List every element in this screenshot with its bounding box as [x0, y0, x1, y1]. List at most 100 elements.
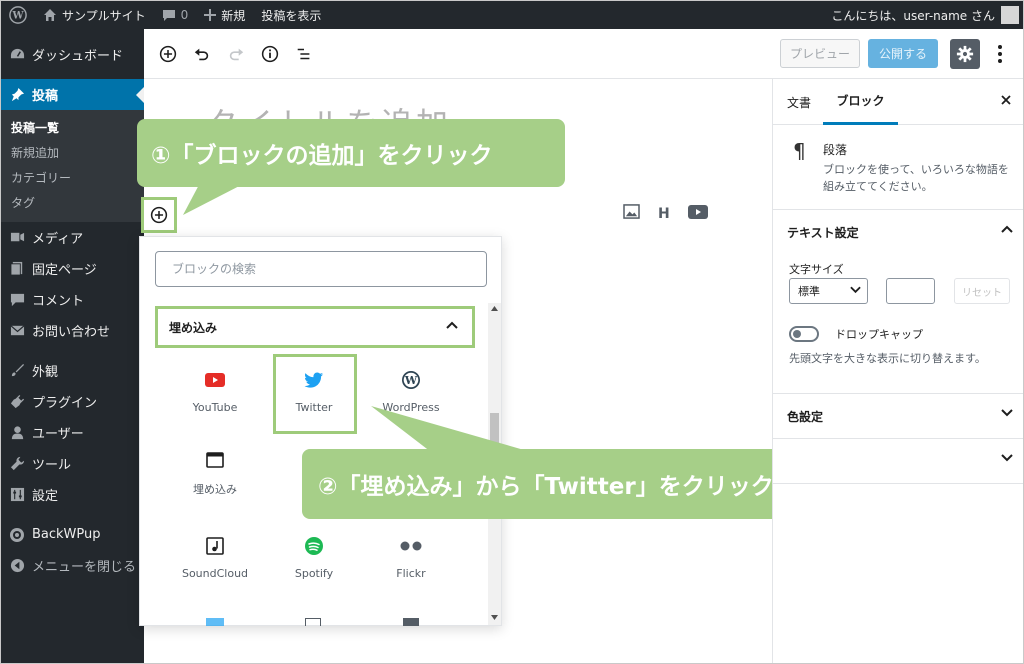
section-title: 色設定	[787, 409, 824, 424]
block-label: YouTube	[192, 401, 238, 414]
add-block-icon[interactable]	[158, 44, 178, 64]
preview-button[interactable]: プレビュー	[780, 39, 860, 68]
sidebar-item-plugins[interactable]: プラグイン	[1, 386, 144, 417]
submenu-all-posts[interactable]: 投稿一覧	[1, 115, 144, 140]
undo-icon[interactable]	[192, 44, 212, 64]
block-twitter[interactable]: Twitter	[273, 363, 355, 414]
collapse-menu-button[interactable]: メニューを閉じる	[1, 550, 144, 581]
scroll-down-arrow-icon[interactable]	[491, 615, 498, 620]
greeting-text: こんにちは、user-name さん	[831, 8, 995, 23]
text-settings-section: テキスト設定 文字サイズ 標準 リセット ドロップキャップ 先頭文字を大きな表示…	[773, 210, 1023, 394]
settings-sidebar: 文書 ブロック ¶ 段落 ブロックを使って、いろいろな物語を組み立ててください。…	[772, 79, 1023, 663]
submenu-categories[interactable]: カテゴリー	[1, 165, 144, 190]
block-label: Spotify	[294, 567, 334, 580]
partial-block-icon	[206, 618, 224, 626]
brush-icon	[9, 363, 25, 379]
comment-icon	[162, 10, 175, 21]
plugin-icon	[9, 394, 25, 410]
flickr-icon	[400, 541, 422, 551]
more-options-button[interactable]	[992, 41, 1008, 67]
drop-cap-toggle[interactable]	[789, 326, 819, 342]
sidebar-item-pages[interactable]: 固定ページ	[1, 253, 144, 284]
block-inserter-button[interactable]	[141, 197, 177, 233]
more-vertical-icon	[998, 45, 1002, 63]
sidebar-item-appearance[interactable]: 外観	[1, 355, 144, 386]
sidebar-item-users[interactable]: ユーザー	[1, 417, 144, 448]
pin-icon	[9, 87, 25, 103]
sidebar-item-backwpup[interactable]: BackWPup	[1, 519, 144, 550]
chevron-up-icon	[446, 321, 458, 329]
gear-icon	[956, 45, 974, 63]
sidebar-item-label: メニューを閉じる	[32, 560, 137, 575]
sidebar-item-contact[interactable]: お問い合わせ	[1, 315, 144, 346]
sidebar-item-settings[interactable]: 設定	[1, 479, 144, 510]
info-icon[interactable]	[260, 44, 280, 64]
drop-cap-label: ドロップキャップ	[835, 328, 923, 341]
svg-text:W: W	[404, 374, 418, 387]
block-spotify[interactable]: Spotify	[273, 529, 355, 580]
screenshot-frame: W サンプルサイト 0 新規 投稿を表示 こんにちは、user-name さん …	[0, 0, 1024, 664]
sidebar-item-dashboard[interactable]: ダッシュボード	[1, 39, 144, 70]
sidebar-item-media[interactable]: メディア	[1, 222, 144, 253]
user-icon	[9, 425, 25, 441]
font-size-value: 標準	[798, 285, 820, 298]
pages-icon	[9, 261, 25, 277]
sidebar-item-comments[interactable]: コメント	[1, 284, 144, 315]
outline-list-icon[interactable]	[294, 44, 314, 64]
sidebar-item-label: 外観	[32, 365, 59, 380]
block-embed[interactable]: 埋め込み	[174, 443, 256, 497]
admin-bar: W サンプルサイト 0 新規 投稿を表示 こんにちは、user-name さん	[1, 1, 1023, 29]
block-search-input[interactable]	[170, 261, 472, 277]
backwpup-icon	[9, 527, 25, 543]
heading-icon[interactable]: H	[658, 206, 670, 222]
block-label: Flickr	[396, 567, 426, 580]
block-flickr[interactable]: Flickr	[370, 529, 452, 580]
image-icon[interactable]	[623, 204, 640, 223]
custom-font-size-input[interactable]	[886, 278, 935, 304]
text-settings-toggle[interactable]: テキスト設定	[773, 210, 1023, 254]
font-size-select[interactable]: 標準	[789, 278, 868, 304]
callout-step-1: ①「ブロックの追加」をクリック	[137, 119, 565, 187]
tab-document[interactable]: 文書	[787, 79, 811, 125]
callout-1-tail	[183, 181, 249, 215]
submenu-tags[interactable]: タグ	[1, 190, 144, 215]
music-note-icon	[206, 537, 224, 555]
view-post-link[interactable]: 投稿を表示	[253, 1, 329, 29]
new-content-link[interactable]: 新規	[196, 1, 253, 29]
settings-button[interactable]	[950, 39, 980, 69]
sidebar-item-posts[interactable]: 投稿	[1, 79, 144, 110]
publish-button[interactable]: 公開する	[868, 39, 938, 68]
site-name-link[interactable]: サンプルサイト	[35, 1, 154, 29]
embeds-panel-title: 埋め込み	[169, 320, 218, 335]
advanced-toggle[interactable]	[773, 439, 1023, 483]
block-card: ¶ 段落 ブロックを使って、いろいろな物語を組み立ててください。	[773, 125, 1023, 210]
wordpress-logo-icon[interactable]: W	[1, 1, 35, 29]
comments-link[interactable]: 0	[154, 1, 197, 29]
paragraph-icon: ¶	[793, 139, 806, 163]
color-settings-toggle[interactable]: 色設定	[773, 394, 1023, 438]
chevron-down-icon	[1001, 454, 1013, 462]
block-search-field[interactable]	[155, 251, 487, 287]
home-icon	[44, 9, 56, 21]
redo-icon[interactable]	[226, 44, 246, 64]
block-label: SoundCloud	[181, 567, 249, 580]
add-block-icon	[150, 206, 168, 224]
youtube-icon	[205, 373, 225, 387]
chevron-down-icon	[1001, 409, 1013, 417]
sidebar-item-tools[interactable]: ツール	[1, 448, 144, 479]
submenu-add-new[interactable]: 新規追加	[1, 140, 144, 165]
font-size-reset-button[interactable]: リセット	[954, 278, 1010, 304]
close-icon[interactable]	[999, 93, 1013, 107]
embed-frame-icon	[206, 452, 224, 468]
block-youtube[interactable]: YouTube	[174, 363, 256, 414]
media-icon	[9, 230, 25, 246]
tab-block[interactable]: ブロック	[823, 79, 898, 125]
comment-icon	[9, 292, 25, 308]
scroll-up-arrow-icon[interactable]	[491, 306, 498, 311]
account-area[interactable]: こんにちは、user-name さん	[831, 6, 1023, 24]
admin-sidebar: ダッシュボード 投稿 投稿一覧 新規追加 カテゴリー タグ メディア 固定ページ…	[1, 29, 144, 663]
new-label: 新規	[221, 8, 246, 23]
video-icon[interactable]	[687, 204, 708, 223]
block-soundcloud[interactable]: SoundCloud	[174, 529, 256, 580]
embeds-panel-header[interactable]: 埋め込み	[155, 306, 475, 348]
